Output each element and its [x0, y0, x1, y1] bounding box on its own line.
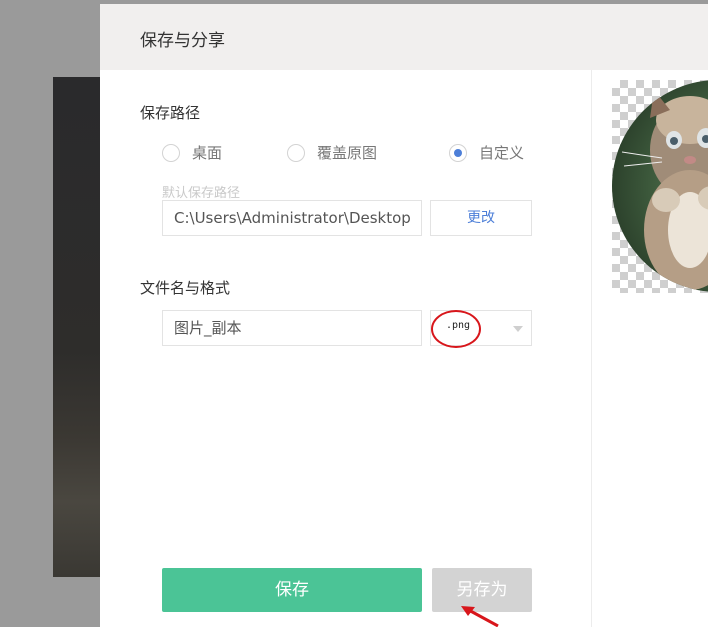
filename-format-label: 文件名与格式	[140, 279, 231, 297]
chevron-down-icon	[513, 326, 523, 332]
radio-circle-selected	[449, 143, 467, 162]
pane-divider	[591, 70, 592, 627]
save-share-dialog: 保存与分享 保存路径 桌面 覆盖原图 自定义 默认保存路径 C:\Users\A…	[100, 4, 708, 627]
filename-input[interactable]: 图片_副本	[162, 310, 422, 346]
dialog-title: 保存与分享	[140, 31, 225, 51]
image-preview	[612, 80, 708, 293]
save-path-input[interactable]: C:\Users\Administrator\Desktop	[162, 200, 422, 236]
default-path-hint: 默认保存路径	[162, 186, 241, 201]
radio-overwrite-label: 覆盖原图	[317, 144, 378, 162]
radio-desktop[interactable]: 桌面	[162, 142, 222, 163]
radio-overwrite[interactable]: 覆盖原图	[287, 142, 377, 163]
radio-desktop-label: 桌面	[192, 144, 223, 162]
dialog-header: 保存与分享	[100, 4, 708, 70]
annotation-arrow-icon	[461, 606, 499, 627]
radio-custom-label: 自定义	[479, 144, 525, 162]
change-path-button[interactable]: 更改	[430, 200, 532, 236]
radio-custom[interactable]: 自定义	[449, 142, 524, 163]
annotation-circle	[431, 310, 481, 348]
radio-circle	[287, 143, 305, 162]
save-button[interactable]: 保存	[162, 568, 422, 612]
save-path-label: 保存路径	[140, 104, 201, 122]
radio-circle	[162, 143, 180, 162]
cat-photo-preview-icon	[612, 80, 708, 292]
